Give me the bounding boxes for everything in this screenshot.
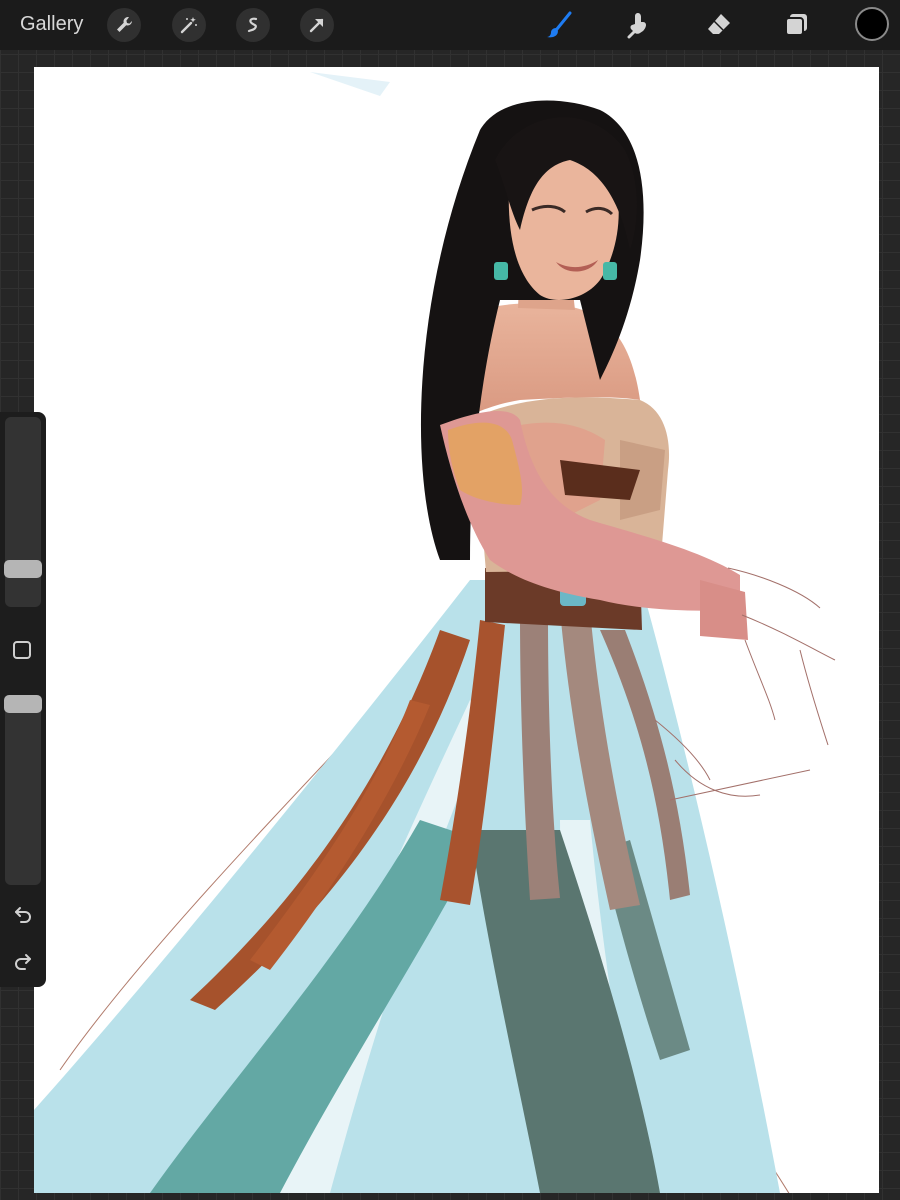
eraser-icon [708,14,730,34]
color-picker-button[interactable] [855,7,889,41]
opacity-thumb[interactable] [4,695,42,713]
gallery-button[interactable]: Gallery [20,13,83,36]
magic-wand-icon [180,17,197,34]
layers-icon [785,14,807,36]
artwork-illustration [34,72,836,1193]
smudge-button[interactable] [620,6,658,44]
redo-button[interactable] [11,948,35,972]
brush-button[interactable] [540,6,578,44]
transform-arrow-icon [309,18,324,33]
actions-button[interactable] [107,8,141,42]
eraser-button[interactable] [700,6,738,44]
adjustments-button[interactable] [172,8,206,42]
brush-icon [547,11,572,38]
modify-button[interactable] [13,641,31,659]
layers-button[interactable] [777,6,815,44]
undo-button[interactable] [11,901,35,925]
brush-size-thumb[interactable] [4,559,42,578]
transform-button[interactable] [300,8,334,42]
wrench-icon [117,16,132,32]
drawing-canvas[interactable] [34,67,879,1193]
selection-icon [247,17,258,33]
top-toolbar: Gallery [0,0,900,50]
undo-icon [15,907,31,923]
brush-size-slider[interactable] [4,417,42,607]
smudge-icon [627,13,646,39]
opacity-slider[interactable] [4,695,42,885]
selection-button[interactable] [236,8,270,42]
sidebar-panel [0,412,46,987]
redo-icon [15,954,31,970]
